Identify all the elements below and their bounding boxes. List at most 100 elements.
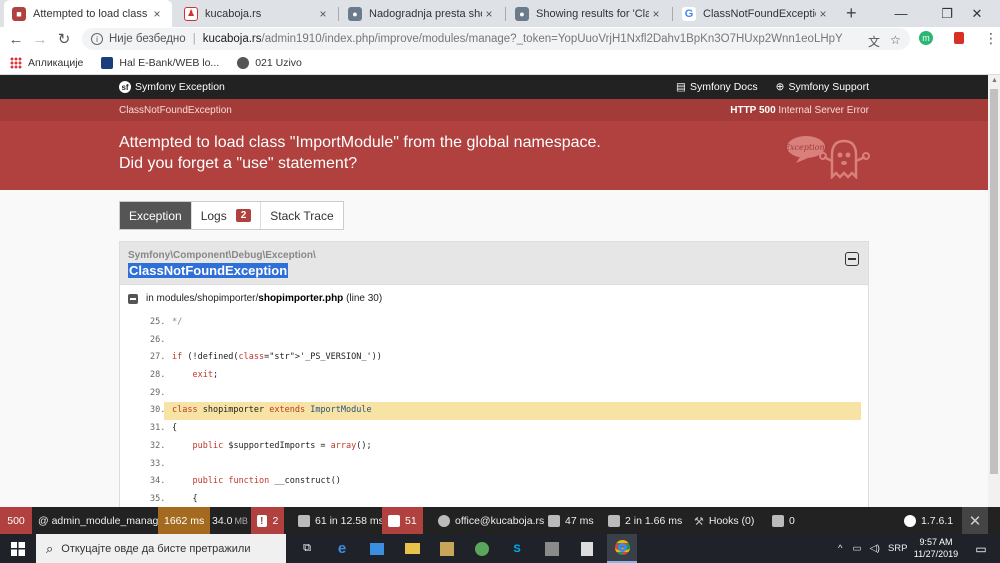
translations-item[interactable]: 51 <box>382 507 423 534</box>
status-code-item[interactable]: 500 <box>0 507 32 534</box>
symfony-error-icon: ■ <box>12 6 26 21</box>
extension-icon[interactable] <box>954 32 964 44</box>
network-icon[interactable]: ▭ <box>852 543 861 554</box>
close-tab-icon[interactable]: × <box>649 7 663 21</box>
browser-tab[interactable]: ● Nadogradnja presta shopa sa × <box>340 0 504 27</box>
support-label: Symfony Support <box>788 81 869 93</box>
edge-browser-icon[interactable]: e <box>327 534 357 563</box>
browser-tab[interactable]: ♟ kucaboja.rs × <box>176 0 338 27</box>
reload-icon[interactable]: ↻ <box>54 29 74 49</box>
notifications-icon[interactable]: ▭ <box>966 534 996 563</box>
browser-tab[interactable]: ● Showing results for 'ClassNot × <box>507 0 671 27</box>
line-number: 30. <box>150 405 166 416</box>
line-number: 28. <box>150 370 166 381</box>
tab-separator <box>338 7 339 21</box>
tab-exception[interactable]: Exception <box>120 202 192 229</box>
taskbar-search-box[interactable]: ⌕ Откуцајте овде да бисте претражили <box>36 534 286 563</box>
brand-label: Symfony Exception <box>135 81 225 93</box>
debug-toolbar: 500 @ admin_module_manage 1662 ms 34.0 MB… <box>0 507 1000 534</box>
symfony-docs-link[interactable]: ▤ Symfony Docs <box>676 81 758 93</box>
toggle-minus-icon[interactable] <box>128 293 138 304</box>
close-tab-icon[interactable]: × <box>316 7 330 21</box>
scrollbar-thumb[interactable] <box>990 89 998 474</box>
user-icon <box>438 514 450 527</box>
code-text: if (!defined(class="str">'_PS_VERSION_')… <box>172 352 382 363</box>
back-arrow-icon[interactable]: ← <box>6 29 26 49</box>
close-tab-icon[interactable]: × <box>816 7 830 21</box>
version-value: 1.7.6.1 <box>921 514 954 527</box>
line-number: 35. <box>150 493 166 504</box>
tab-logs[interactable]: Logs 2 <box>192 202 262 229</box>
tab-title: Attempted to load class "Impo <box>33 7 150 20</box>
code-line: 25. */ <box>120 314 868 332</box>
volume-icon[interactable]: ◁) <box>869 543 879 554</box>
code-snippet: 25. */ 26. 27. if (!defined(class="str">'_PS… <box>120 314 868 507</box>
bookmark-uzivo[interactable]: 021 Uzivo <box>237 57 302 69</box>
extra-item[interactable]: 0 <box>766 507 801 534</box>
toolbar-close-button[interactable]: ✕ <box>962 507 988 534</box>
taskbar-clock[interactable]: 9:57 AM 11/27/2019 <box>908 536 964 560</box>
close-tab-icon[interactable]: × <box>482 7 496 21</box>
app-icon[interactable] <box>467 534 497 563</box>
tab-stack-trace[interactable]: Stack Trace <box>261 202 342 229</box>
new-tab-button[interactable]: + <box>846 3 857 24</box>
forward-arrow-icon[interactable]: → <box>30 29 50 49</box>
minimize-button[interactable]: — <box>878 0 924 27</box>
info-icon[interactable]: i <box>91 33 103 45</box>
collapse-icon[interactable] <box>845 252 859 266</box>
menu-kebab-icon[interactable]: ⋮ <box>984 30 998 47</box>
hooks-value: Hooks (0) <box>708 514 755 527</box>
code-line: 35. { <box>120 491 868 507</box>
database-icon <box>298 514 310 527</box>
version-item[interactable]: 1.7.6.1 <box>898 507 959 534</box>
hooks-icon: ⚒ <box>694 515 704 528</box>
close-tab-icon[interactable]: × <box>150 7 164 21</box>
page-scrollbar[interactable]: ▲ <box>988 75 1000 507</box>
symfony-brand[interactable]: sf Symfony Exception <box>119 81 225 93</box>
profile-avatar[interactable]: m <box>919 31 933 45</box>
browser-tab-strip: ■ Attempted to load class "Impo × ♟ kuca… <box>0 0 1000 27</box>
performance-item[interactable]: 47 ms <box>542 507 600 534</box>
tab-label: Exception <box>129 208 182 223</box>
memory-item[interactable]: 34.0 MB <box>206 507 254 534</box>
translation-icon <box>388 514 400 527</box>
browser-tab[interactable]: G ClassNotFoundException - Go × <box>674 0 838 27</box>
browser-tab-active[interactable]: ■ Attempted to load class "Impo × <box>4 0 172 27</box>
translate-icon[interactable]: 文 <box>868 33 880 50</box>
task-view-icon[interactable]: ⧉ <box>292 534 322 563</box>
chrome-icon[interactable] <box>607 534 637 563</box>
symfony-support-link[interactable]: ⊕ Symfony Support <box>776 81 869 93</box>
tab-separator <box>672 7 673 21</box>
errors-item[interactable]: ! 2 <box>251 507 285 534</box>
language-indicator[interactable]: SRP <box>888 543 908 554</box>
cache-item[interactable]: 2 in 1.66 ms <box>602 507 688 534</box>
url-path: /admin1910/index.php/improve/modules/man… <box>261 33 843 45</box>
symfony-top-bar: sf Symfony Exception ▤ Symfony Docs ⊕ Symf… <box>0 75 988 99</box>
trace-file-line[interactable]: in modules/shopimporter/shopimporter.php… <box>128 293 382 304</box>
address-bar[interactable]: i Није безбедно | kucaboja.rs/admin1910/… <box>82 28 910 50</box>
scroll-up-icon[interactable]: ▲ <box>991 77 998 84</box>
user-item[interactable]: office@kucaboja.rs <box>432 507 550 534</box>
url-host: kucaboja.rs <box>202 33 262 45</box>
windows-start-button[interactable] <box>0 534 36 563</box>
windows-logo-icon <box>11 541 25 556</box>
store-icon[interactable] <box>362 534 392 563</box>
bookmark-apps[interactable]: Апликације <box>10 57 83 69</box>
route-item[interactable]: @ admin_module_manage <box>32 507 170 534</box>
file-explorer-icon[interactable] <box>397 534 427 563</box>
code-line: 34. public function __construct() <box>120 473 868 491</box>
hooks-item[interactable]: ⚒ Hooks (0) <box>688 507 760 534</box>
tray-chevron-icon[interactable]: ^ <box>838 543 842 554</box>
close-window-button[interactable]: ✕ <box>954 0 1000 27</box>
app-icon[interactable] <box>432 534 462 563</box>
route-name: @ admin_module_manage <box>38 514 165 527</box>
app-icon[interactable] <box>537 534 567 563</box>
queries-item[interactable]: 61 in 12.58 ms <box>292 507 390 534</box>
time-item[interactable]: 1662 ms <box>158 507 211 534</box>
security-label: Није безбедно <box>109 33 186 45</box>
line-number: 31. <box>150 423 166 434</box>
bookmark-star-icon[interactable]: ☆ <box>890 33 901 47</box>
notepad-icon[interactable] <box>572 534 602 563</box>
skype-icon[interactable]: S <box>502 534 532 563</box>
bookmark-bank[interactable]: Hal E-Bank/WEB lo... <box>101 57 219 69</box>
